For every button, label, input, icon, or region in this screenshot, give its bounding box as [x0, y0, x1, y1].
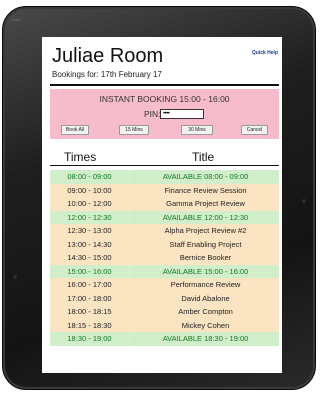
- row-time: 12:30 - 13:00: [50, 224, 130, 238]
- row-time: 14:30 - 15:00: [50, 251, 130, 265]
- row-time: 13:00 - 14:30: [50, 237, 130, 251]
- pin-input[interactable]: ••••: [160, 109, 204, 119]
- speaker-icon: [11, 19, 21, 21]
- row-time: 09:00 - 10:00: [50, 183, 130, 197]
- row-title: David Abalone: [181, 293, 230, 303]
- row-title: Gamma Project Review: [166, 199, 245, 208]
- row-time: 15:00 - 16:00: [50, 264, 130, 278]
- book-30-mins-button[interactable]: 30 Mins: [181, 125, 213, 135]
- row-title: AVAILABLE 18:30 - 19:00: [162, 334, 249, 343]
- book-15-mins-button[interactable]: 15 Mins: [119, 125, 149, 135]
- row-title: AVAILABLE 15:00 - 16:00: [162, 266, 249, 276]
- row-title: Mickey Cohen: [181, 320, 230, 330]
- camera-icon: [302, 199, 306, 203]
- row-time: 18:00 - 18:15: [50, 305, 130, 319]
- table-row[interactable]: 12:00 - 12:30 AVAILABLE 12:00 - 12:30: [50, 210, 279, 224]
- row-title: Bernice Booker: [179, 253, 232, 262]
- row-title: AVAILABLE 08:00 - 09:00: [162, 172, 249, 181]
- row-time: 18:15 - 18:30: [50, 318, 130, 332]
- times-column-header: Times: [64, 150, 97, 164]
- table-row[interactable]: 18:00 - 18:15 Amber Compton: [50, 305, 279, 319]
- table-row[interactable]: 13:00 - 14:30 Staff Enabling Project: [50, 237, 279, 251]
- row-time: 16:00 - 17:00: [50, 278, 130, 292]
- row-title: Amber Compton: [178, 307, 233, 316]
- row-title: Alpha Project Review #2: [164, 226, 247, 235]
- row-title: Performance Review: [170, 280, 241, 289]
- row-time: 12:00 - 12:30: [50, 210, 130, 224]
- row-title: AVAILABLE 12:00 - 12:30: [162, 212, 249, 222]
- row-time: 10:00 - 12:00: [50, 197, 130, 211]
- bookings-table: 08:00 - 09:00 AVAILABLE 08:00 - 09:00 09:0…: [50, 170, 279, 346]
- room-booking-screen: Juliae Room Quick Help Bookings for: 17t…: [42, 37, 282, 373]
- pin-label: PIN:: [144, 109, 161, 119]
- table-row[interactable]: 14:30 - 15:00 Bernice Booker: [50, 251, 279, 265]
- table-row[interactable]: 15:00 - 16:00 AVAILABLE 15:00 - 16:00: [50, 264, 279, 278]
- row-title: Staff Enabling Project: [169, 239, 242, 249]
- table-row[interactable]: 18:30 - 19:00 AVAILABLE 18:30 - 19:00: [50, 332, 279, 346]
- quick-help-link[interactable]: Quick Help: [252, 50, 278, 56]
- cancel-button[interactable]: Cancel: [241, 125, 268, 135]
- title-column-header: Title: [192, 150, 215, 164]
- bookings-date: Bookings for: 17th February 17: [52, 70, 162, 79]
- table-row[interactable]: 09:00 - 10:00 Finance Review Session: [50, 183, 279, 197]
- table-header-divider: [50, 165, 279, 166]
- table-row[interactable]: 17:00 - 18:00 David Abalone: [50, 291, 279, 305]
- header-divider: [50, 84, 279, 86]
- table-row[interactable]: 08:00 - 09:00 AVAILABLE 08:00 - 09:00: [50, 170, 279, 184]
- instant-booking-panel: INSTANT BOOKING 15:00 - 16:00 PIN: •••• …: [50, 89, 279, 139]
- row-time: 08:00 - 09:00: [50, 170, 130, 184]
- table-row[interactable]: 18:15 - 18:30 Mickey Cohen: [50, 318, 279, 332]
- room-title: Juliae Room: [52, 45, 164, 67]
- book-all-button[interactable]: Book All: [61, 125, 89, 135]
- table-row[interactable]: 10:00 - 12:00 Gamma Project Review: [50, 197, 279, 211]
- table-row[interactable]: 16:00 - 17:00 Performance Review: [50, 278, 279, 292]
- row-time: 18:30 - 19:00: [50, 332, 130, 346]
- instant-booking-title: INSTANT BOOKING 15:00 - 16:00: [99, 94, 230, 104]
- row-title: Finance Review Session: [164, 185, 247, 195]
- sensor-icon: [13, 275, 17, 279]
- row-time: 17:00 - 18:00: [50, 291, 130, 305]
- table-row[interactable]: 12:30 - 13:00 Alpha Project Review #2: [50, 224, 279, 238]
